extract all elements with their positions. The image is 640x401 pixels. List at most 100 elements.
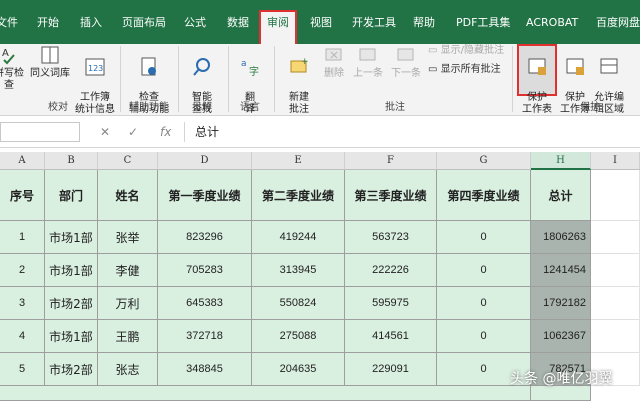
menu-insert[interactable]: 插入 [80,14,102,32]
previous-comment-icon [359,48,376,61]
menu-developer[interactable]: 开发工具 [352,14,396,32]
table-cell[interactable]: 李健 [98,254,158,287]
header-cell-index[interactable]: 序号 [0,170,45,221]
header-cell-q2[interactable]: 第二季度业绩 [252,170,345,221]
table-cell[interactable]: 0 [437,254,531,287]
group-separator [512,46,513,112]
delete-comment-button[interactable]: 删除 [320,44,348,80]
protect-group-label: 保护 [580,102,600,113]
insert-function-button[interactable]: fx [160,125,171,139]
table-cell[interactable]: 市场1部 [45,221,98,254]
spell-check-button[interactable]: A 拼写检查 [0,44,28,92]
table-cell[interactable]: 市场2部 [45,353,98,386]
total-cell[interactable]: 1806263 [531,221,591,254]
table-cell[interactable]: 705283 [158,254,252,287]
empty-cell[interactable] [591,320,640,353]
empty-cell[interactable] [591,170,640,221]
table-cell[interactable]: 1 [0,221,45,254]
svg-text:+: + [301,57,309,67]
previous-comment-button[interactable]: 上一条 [350,44,386,80]
show-hide-comment-button[interactable]: ▭ 显示/隐藏批注 [428,41,504,56]
empty-cell[interactable] [591,287,640,320]
name-box[interactable] [0,122,80,142]
column-header-e[interactable]: E [252,152,345,170]
table-cell[interactable]: 550824 [252,287,345,320]
empty-cell[interactable] [591,254,640,287]
group-separator [120,46,121,112]
menu-data[interactable]: 数据 [227,14,249,32]
column-header-b[interactable]: B [45,152,98,170]
table-cell[interactable]: 市场2部 [45,287,98,320]
menu-view[interactable]: 视图 [310,14,332,32]
table-cell[interactable]: 222226 [345,254,437,287]
menu-acrobat[interactable]: ACROBAT [526,14,578,32]
thesaurus-button[interactable]: 同义词库 [28,44,72,80]
table-cell[interactable]: 313945 [252,254,345,287]
table-cell[interactable]: 4 [0,320,45,353]
table-cell[interactable]: 市场1部 [45,320,98,353]
table-cell[interactable]: 563723 [345,221,437,254]
table-cell[interactable]: 0 [437,287,531,320]
header-cell-q4[interactable]: 第四季度业绩 [437,170,531,221]
table-cell[interactable]: 0 [437,320,531,353]
column-header-a[interactable]: A [0,152,45,170]
menu-baidu-netdisk[interactable]: 百度网盘 [596,14,640,32]
next-comment-button[interactable]: 下一条 [388,44,424,80]
formula-input[interactable]: 总计 [184,122,640,142]
column-header-f[interactable]: F [345,152,437,170]
cancel-icon[interactable]: ✕ [100,125,110,139]
total-cell[interactable]: 1241454 [531,254,591,287]
header-cell-q3[interactable]: 第三季度业绩 [345,170,437,221]
table-cell[interactable]: 3 [0,287,45,320]
language-group-label: 语言 [240,102,260,113]
table-cell[interactable]: 张志 [98,353,158,386]
table-cell[interactable]: 595975 [345,287,437,320]
protect-sheet-button[interactable]: 保护 工作表 [519,44,555,116]
empty-cell[interactable] [591,221,640,254]
menu-review[interactable]: 审阅 [259,10,297,44]
table-cell[interactable]: 204635 [252,353,345,386]
translate-icon: a字 [241,59,259,78]
column-header-i[interactable]: I [591,152,640,170]
table-cell[interactable]: 市场1部 [45,254,98,287]
table-cell[interactable]: 823296 [158,221,252,254]
menu-help[interactable]: 帮助 [413,14,435,32]
header-cell-total[interactable]: 总计 [531,170,591,221]
menu-page-layout[interactable]: 页面布局 [122,14,166,32]
column-header-d[interactable]: D [158,152,252,170]
formula-bar: ✕ ✓ fx 总计 [0,117,640,148]
table-cell[interactable]: 万利 [98,287,158,320]
svg-text:123: 123 [88,64,103,73]
menu-formulas[interactable]: 公式 [184,14,206,32]
thesaurus-label: 同义词库 [30,68,70,79]
total-cell[interactable]: 1062367 [531,320,591,353]
table-cell[interactable]: 414561 [345,320,437,353]
show-all-comments-button[interactable]: ▭ 显示所有批注 [428,60,501,75]
column-header-c[interactable]: C [98,152,158,170]
table-cell[interactable]: 5 [0,353,45,386]
confirm-icon[interactable]: ✓ [128,125,138,139]
table-cell[interactable]: 王鹏 [98,320,158,353]
menu-file[interactable]: 文件 [0,14,18,32]
next-row-total-strip [531,386,591,401]
table-cell[interactable]: 张举 [98,221,158,254]
column-header-h[interactable]: H [531,152,591,170]
search-icon [193,58,210,76]
next-row-strip [0,386,531,401]
total-cell[interactable]: 1792182 [531,287,591,320]
menu-pdf-tools[interactable]: PDF工具集 [456,14,510,32]
table-cell[interactable]: 229091 [345,353,437,386]
menu-home[interactable]: 开始 [37,14,59,32]
next-comment-icon [397,48,414,61]
table-cell[interactable]: 348845 [158,353,252,386]
column-header-g[interactable]: G [437,152,531,170]
header-cell-q1[interactable]: 第一季度业绩 [158,170,252,221]
table-cell[interactable]: 0 [437,221,531,254]
table-cell[interactable]: 645383 [158,287,252,320]
header-cell-name[interactable]: 姓名 [98,170,158,221]
table-cell[interactable]: 419244 [252,221,345,254]
table-cell[interactable]: 2 [0,254,45,287]
table-cell[interactable]: 275088 [252,320,345,353]
table-cell[interactable]: 372718 [158,320,252,353]
header-cell-department[interactable]: 部门 [45,170,98,221]
